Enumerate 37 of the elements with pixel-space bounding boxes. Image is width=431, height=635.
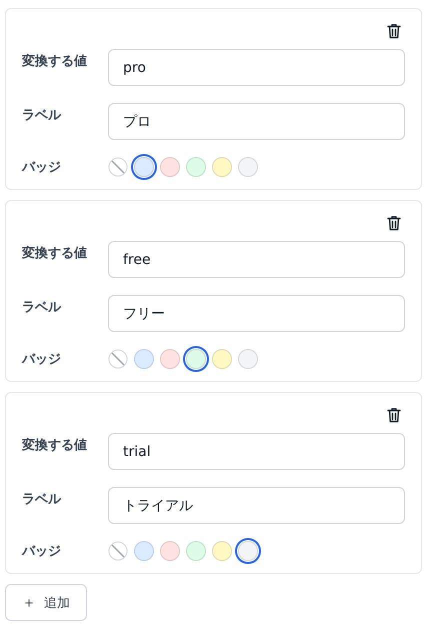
badge-color-option[interactable] bbox=[160, 541, 180, 561]
trash-icon[interactable] bbox=[387, 23, 401, 39]
field-label: ラベル bbox=[22, 299, 62, 316]
badge-color-option[interactable] bbox=[238, 157, 258, 177]
badge-color-option[interactable] bbox=[212, 349, 232, 369]
label-input[interactable]: フリー bbox=[108, 295, 405, 332]
field-label: 変換する値 bbox=[22, 436, 88, 454]
badge-color-option[interactable] bbox=[186, 349, 206, 369]
no-badge-option[interactable] bbox=[108, 541, 128, 561]
no-badge-option[interactable] bbox=[108, 157, 128, 177]
field-label: ラベル bbox=[22, 491, 62, 508]
field-label: バッジ bbox=[22, 351, 62, 368]
add-button[interactable]: ＋ 追加 bbox=[5, 584, 87, 621]
field-label: バッジ bbox=[22, 159, 62, 176]
value-input[interactable]: free bbox=[108, 241, 405, 278]
badge-color-option[interactable] bbox=[186, 541, 206, 561]
badge-color-option[interactable] bbox=[238, 541, 258, 561]
field-label: ラベル bbox=[22, 107, 62, 124]
badge-color-option[interactable] bbox=[160, 349, 180, 369]
field-label: 変換する値 bbox=[22, 52, 88, 70]
trash-icon[interactable] bbox=[387, 407, 401, 423]
badge-color-option[interactable] bbox=[134, 157, 154, 177]
field-label: 変換する値 bbox=[22, 244, 88, 262]
badge-color-option[interactable] bbox=[212, 541, 232, 561]
label-input[interactable]: プロ bbox=[108, 103, 405, 140]
badge-color-option[interactable] bbox=[212, 157, 232, 177]
field-label: バッジ bbox=[22, 543, 62, 560]
no-badge-option[interactable] bbox=[108, 349, 128, 369]
badge-color-option[interactable] bbox=[134, 541, 154, 561]
badge-color-option[interactable] bbox=[238, 349, 258, 369]
badge-color-option[interactable] bbox=[134, 349, 154, 369]
badge-color-option[interactable] bbox=[186, 157, 206, 177]
badge-color-option[interactable] bbox=[160, 157, 180, 177]
trash-icon[interactable] bbox=[387, 215, 401, 231]
value-input[interactable]: trial bbox=[108, 433, 405, 470]
value-input[interactable]: pro bbox=[108, 49, 405, 86]
label-input[interactable]: トライアル bbox=[108, 487, 405, 524]
